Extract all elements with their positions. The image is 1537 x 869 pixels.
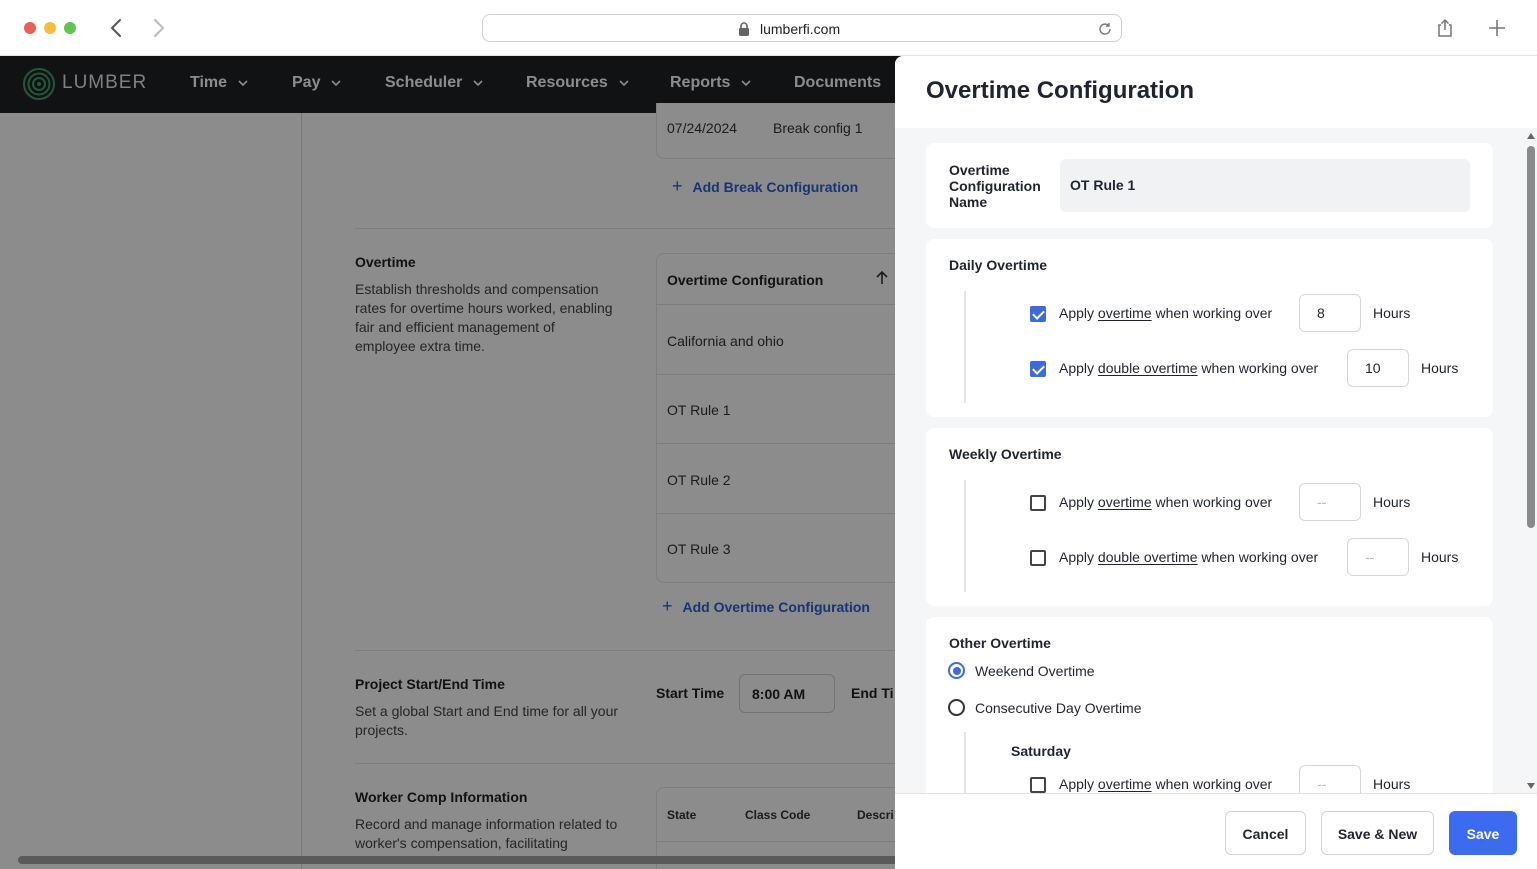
saturday-label: Saturday bbox=[1011, 743, 1071, 759]
text: when working over bbox=[1197, 360, 1319, 376]
weekly-double-overtime-label: Apply double overtime when working over bbox=[1059, 549, 1318, 565]
text: when working over bbox=[1151, 305, 1273, 321]
weekly-double-overtime-checkbox[interactable] bbox=[1030, 550, 1046, 566]
close-window-button[interactable] bbox=[24, 22, 36, 34]
panel-header: Overtime Configuration bbox=[895, 56, 1537, 128]
maximize-window-button[interactable] bbox=[64, 22, 76, 34]
double-overtime-link[interactable]: double overtime bbox=[1098, 549, 1198, 565]
text: Apply bbox=[1059, 776, 1098, 792]
label-line: Configuration bbox=[949, 178, 1041, 194]
text: when working over bbox=[1197, 549, 1319, 565]
label-line: Name bbox=[949, 194, 988, 210]
double-overtime-link[interactable]: double overtime bbox=[1098, 360, 1198, 376]
weekly-overtime-card: Weekly Overtime Apply overtime when work… bbox=[926, 428, 1493, 606]
forward-arrow-icon[interactable] bbox=[146, 14, 172, 42]
panel-title: Overtime Configuration bbox=[926, 77, 1195, 104]
overtime-link[interactable]: overtime bbox=[1098, 776, 1152, 792]
label-line: Overtime bbox=[949, 162, 1010, 178]
scroll-down-icon[interactable] bbox=[1526, 782, 1536, 790]
other-overtime-card: Other Overtime Weekend Overtime Consecut… bbox=[926, 617, 1493, 822]
weekend-overtime-radio[interactable] bbox=[948, 662, 965, 679]
daily-overtime-checkbox[interactable] bbox=[1030, 306, 1046, 322]
daily-overtime-card: Daily Overtime Apply overtime when worki… bbox=[926, 239, 1493, 417]
indent-line bbox=[964, 291, 966, 403]
share-icon[interactable] bbox=[1433, 16, 1457, 40]
saturday-overtime-label: Apply overtime when working over bbox=[1059, 776, 1272, 792]
address-bar[interactable]: lumberfi.com bbox=[482, 14, 1122, 42]
back-arrow-icon[interactable] bbox=[103, 14, 129, 42]
save-and-new-button[interactable]: Save & New bbox=[1321, 811, 1434, 855]
hours-label: Hours bbox=[1373, 494, 1411, 510]
weekly-overtime-hours-input[interactable]: -- bbox=[1299, 483, 1361, 521]
daily-overtime-title: Daily Overtime bbox=[949, 257, 1048, 273]
hours-label: Hours bbox=[1421, 549, 1459, 565]
lock-icon bbox=[739, 22, 749, 36]
scroll-up-icon[interactable] bbox=[1526, 132, 1536, 140]
text: when working over bbox=[1151, 776, 1273, 792]
weekly-overtime-checkbox[interactable] bbox=[1030, 495, 1046, 511]
weekend-overtime-label: Weekend Overtime bbox=[975, 663, 1095, 679]
reload-icon[interactable] bbox=[1097, 21, 1113, 37]
save-button[interactable]: Save bbox=[1449, 811, 1517, 855]
daily-double-overtime-label: Apply double overtime when working over bbox=[1059, 360, 1318, 376]
consecutive-day-overtime-label: Consecutive Day Overtime bbox=[975, 700, 1142, 716]
overtime-link[interactable]: overtime bbox=[1098, 494, 1152, 510]
other-overtime-title: Other Overtime bbox=[949, 635, 1051, 651]
consecutive-day-overtime-radio[interactable] bbox=[948, 699, 965, 716]
weekly-overtime-title: Weekly Overtime bbox=[949, 446, 1062, 462]
daily-double-overtime-hours-input[interactable]: 10 bbox=[1347, 349, 1409, 387]
text: Apply bbox=[1059, 305, 1098, 321]
text: when working over bbox=[1151, 494, 1273, 510]
browser-toolbar: lumberfi.com bbox=[0, 0, 1537, 56]
daily-overtime-hours-input[interactable]: 8 bbox=[1299, 294, 1361, 332]
hours-label: Hours bbox=[1373, 305, 1411, 321]
horizontal-scrollbar[interactable] bbox=[18, 856, 898, 864]
daily-overtime-label: Apply overtime when working over bbox=[1059, 305, 1272, 321]
name-label: Overtime Configuration Name bbox=[949, 162, 1041, 210]
text: Apply bbox=[1059, 360, 1098, 376]
name-card: Overtime Configuration Name OT Rule 1 bbox=[926, 143, 1493, 228]
daily-double-overtime-checkbox[interactable] bbox=[1030, 361, 1046, 377]
weekly-double-overtime-hours-input[interactable]: -- bbox=[1347, 538, 1409, 576]
hours-label: Hours bbox=[1421, 360, 1459, 376]
vertical-scrollbar-thumb[interactable] bbox=[1527, 146, 1535, 528]
text: Apply bbox=[1059, 549, 1098, 565]
indent-line bbox=[964, 480, 966, 592]
new-tab-icon[interactable] bbox=[1485, 16, 1509, 40]
minimize-window-button[interactable] bbox=[44, 22, 56, 34]
panel-footer: Cancel Save & New Save bbox=[895, 793, 1537, 869]
text: Apply bbox=[1059, 494, 1098, 510]
overtime-configuration-panel: Overtime Configuration Overtime Configur… bbox=[895, 56, 1537, 869]
configuration-name-input[interactable]: OT Rule 1 bbox=[1060, 159, 1470, 212]
url-text: lumberfi.com bbox=[760, 21, 841, 37]
weekly-overtime-label: Apply overtime when working over bbox=[1059, 494, 1272, 510]
cancel-button[interactable]: Cancel bbox=[1225, 811, 1306, 855]
hours-label: Hours bbox=[1373, 776, 1411, 792]
saturday-overtime-checkbox[interactable] bbox=[1030, 777, 1046, 793]
overtime-link[interactable]: overtime bbox=[1098, 305, 1152, 321]
